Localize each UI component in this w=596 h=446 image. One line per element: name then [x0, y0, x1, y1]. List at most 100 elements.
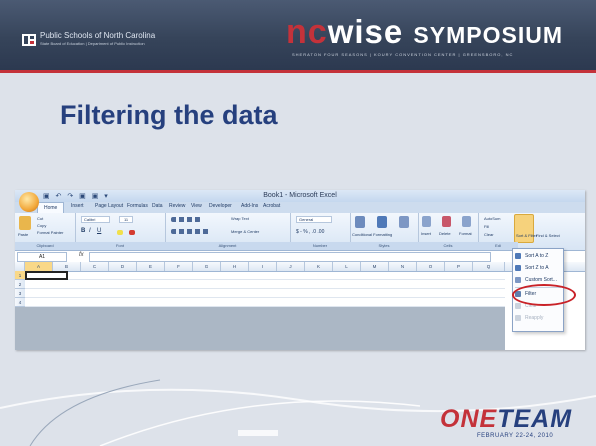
tab-data[interactable]: Data: [152, 203, 163, 209]
tab-developer[interactable]: Developer: [209, 203, 232, 209]
tab-home[interactable]: Home: [37, 202, 65, 213]
menu-item-label: Sort A to Z: [525, 253, 549, 259]
delete-button[interactable]: Delete: [439, 231, 451, 236]
menu-item-reapply: Reapply: [515, 313, 561, 324]
slide-title: Filtering the data: [60, 100, 278, 130]
sort-ascending-icon: [515, 252, 521, 259]
header-banner: Public Schools of North Carolina State B…: [0, 0, 596, 70]
group-label-number: Number: [290, 242, 350, 250]
group-label-styles: Styles: [350, 242, 418, 250]
tab-acrobat[interactable]: Acrobat: [263, 203, 280, 209]
group-clipboard: Paste Cut Copy Format Painter Clipboard: [15, 213, 76, 250]
underline-button[interactable]: U: [97, 228, 101, 234]
row-header[interactable]: 3: [15, 289, 25, 298]
menu-item-sort-z-a[interactable]: Sort Z to A: [515, 263, 561, 274]
column-header[interactable]: D: [109, 262, 137, 271]
align-top-icons[interactable]: [171, 217, 201, 222]
group-label-alignment: Alignment: [165, 242, 290, 250]
grid-row[interactable]: [25, 271, 505, 280]
format-table-icon[interactable]: [377, 216, 387, 228]
find-select-button[interactable]: Find & Select: [536, 233, 560, 238]
format-button[interactable]: Format: [459, 231, 472, 236]
column-header[interactable]: P: [445, 262, 473, 271]
fx-label[interactable]: fx: [79, 252, 84, 258]
brand-nc: nc: [286, 13, 328, 51]
currency-button[interactable]: $ - % , .0 .00: [296, 229, 324, 235]
org-title: Public Schools of North Carolina: [40, 31, 156, 40]
excel-screenshot: ▣ ↶ ↷ ▣ ▣ ▾ Book1 - Microsoft Excel Home…: [15, 190, 585, 350]
reapply-icon: [515, 314, 521, 321]
tab-add-ins[interactable]: Add-Ins: [241, 203, 258, 209]
column-header[interactable]: L: [333, 262, 361, 271]
format-cells-icon[interactable]: [462, 216, 471, 227]
column-header[interactable]: A: [25, 262, 53, 271]
insert-cells-icon[interactable]: [422, 216, 431, 227]
selected-cell-a1[interactable]: [25, 271, 68, 280]
name-box[interactable]: A1: [17, 252, 67, 262]
italic-button[interactable]: I: [89, 228, 91, 234]
group-styles: Conditional Formatting Styles: [350, 213, 419, 250]
clear-button[interactable]: Clear: [484, 232, 494, 237]
format-painter-button[interactable]: Format Painter: [37, 230, 63, 235]
font-size-select[interactable]: 11: [119, 216, 134, 223]
column-header[interactable]: E: [137, 262, 165, 271]
column-header[interactable]: G: [193, 262, 221, 271]
group-label-clipboard: Clipboard: [15, 242, 75, 250]
conditional-formatting-button[interactable]: Conditional Formatting: [352, 232, 392, 237]
paste-icon[interactable]: [19, 216, 31, 230]
sort-filter-button[interactable]: Sort & Filter: [516, 233, 537, 238]
column-header[interactable]: B: [53, 262, 81, 271]
align-left-icons[interactable]: [171, 229, 211, 234]
tab-formulas[interactable]: Formulas: [127, 203, 148, 209]
row-header[interactable]: 2: [15, 280, 25, 289]
fill-color-icon[interactable]: [117, 230, 123, 235]
column-header[interactable]: I: [249, 262, 277, 271]
row-header[interactable]: 4: [15, 298, 25, 307]
autosum-button[interactable]: AutoSum: [484, 216, 500, 221]
merge-center-button[interactable]: Merge & Center: [231, 229, 259, 234]
column-header[interactable]: F: [165, 262, 193, 271]
tab-insert[interactable]: Insert: [71, 203, 84, 209]
grid-row[interactable]: [25, 298, 505, 307]
select-all-corner[interactable]: [15, 262, 25, 271]
number-format-select[interactable]: General: [296, 216, 333, 223]
tab-view[interactable]: View: [191, 203, 202, 209]
group-cells: Insert Delete Format Cells: [418, 213, 479, 250]
empty-area: [15, 307, 505, 350]
menu-item-sort-a-z[interactable]: Sort A to Z: [515, 251, 561, 262]
delete-cells-icon[interactable]: [442, 216, 451, 227]
column-header[interactable]: O: [417, 262, 445, 271]
tab-page-layout[interactable]: Page Layout: [95, 203, 123, 209]
column-header[interactable]: Q: [473, 262, 505, 271]
font-color-icon[interactable]: [129, 230, 135, 235]
column-header[interactable]: C: [81, 262, 109, 271]
copy-button[interactable]: Copy: [37, 223, 46, 228]
sort-filter-button-highlight[interactable]: [514, 214, 534, 243]
row-header[interactable]: 1: [15, 271, 25, 280]
fill-button[interactable]: Fill: [484, 224, 489, 229]
filter-highlight-ellipse: [512, 284, 576, 306]
column-header[interactable]: M: [361, 262, 389, 271]
paste-button[interactable]: Paste: [18, 232, 28, 237]
bold-button[interactable]: B: [81, 228, 85, 234]
one-team-one: ONE: [440, 405, 498, 433]
formula-input[interactable]: [89, 252, 491, 262]
font-name-select[interactable]: Calibri: [81, 216, 111, 223]
brand-wise: wise: [327, 13, 404, 50]
org-subtitle: State Board of Education | Department of…: [40, 41, 145, 46]
cut-button[interactable]: Cut: [37, 216, 43, 221]
grid-row[interactable]: [25, 289, 505, 298]
insert-button[interactable]: Insert: [421, 231, 431, 236]
office-button[interactable]: [19, 192, 39, 212]
column-header[interactable]: H: [221, 262, 249, 271]
conditional-formatting-icon[interactable]: [355, 216, 365, 228]
column-header[interactable]: J: [277, 262, 305, 271]
column-header[interactable]: K: [305, 262, 333, 271]
grid-row[interactable]: [25, 280, 505, 289]
cell-styles-icon[interactable]: [399, 216, 409, 228]
tab-review[interactable]: Review: [169, 203, 185, 209]
group-alignment: Wrap Text Merge & Center Alignment: [165, 213, 291, 250]
wrap-text-button[interactable]: Wrap Text: [231, 216, 249, 221]
menu-item-label: Custom Sort...: [525, 277, 557, 283]
column-header[interactable]: N: [389, 262, 417, 271]
